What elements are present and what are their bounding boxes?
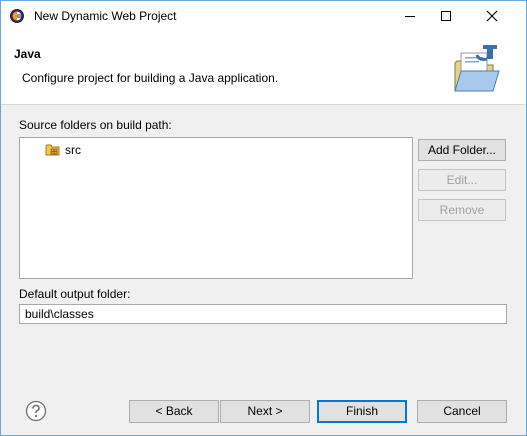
- eclipse-app-icon: [10, 9, 24, 23]
- package-folder-icon: [45, 144, 60, 156]
- edit-button[interactable]: Edit...: [418, 169, 506, 191]
- output-folder-input[interactable]: [19, 304, 507, 324]
- remove-button[interactable]: Remove: [418, 199, 506, 221]
- maximize-button[interactable]: [425, 1, 471, 31]
- back-button[interactable]: < Back: [129, 400, 219, 423]
- source-folders-list[interactable]: src: [19, 137, 413, 279]
- source-folder-label: src: [65, 143, 81, 157]
- source-folders-label: Source folders on build path:: [19, 118, 172, 132]
- page-description: Configure project for building a Java ap…: [22, 71, 279, 85]
- close-button[interactable]: [471, 1, 517, 31]
- dialog-window: New Dynamic Web Project Java Configure p…: [0, 0, 527, 436]
- window-title: New Dynamic Web Project: [34, 9, 177, 23]
- page-title: Java: [14, 47, 41, 61]
- minimize-icon: [405, 16, 415, 17]
- cancel-button[interactable]: Cancel: [417, 400, 507, 423]
- output-folder-label: Default output folder:: [19, 287, 131, 301]
- wizard-header: Java Configure project for building a Ja…: [1, 31, 526, 105]
- add-folder-button[interactable]: Add Folder...: [418, 139, 506, 161]
- help-icon[interactable]: [25, 400, 47, 422]
- java-folder-banner-icon: [454, 45, 500, 92]
- maximize-icon: [441, 11, 451, 21]
- finish-button[interactable]: Finish: [317, 400, 407, 423]
- close-icon: [486, 10, 498, 22]
- next-button[interactable]: Next >: [220, 400, 310, 423]
- title-bar[interactable]: New Dynamic Web Project: [1, 1, 526, 31]
